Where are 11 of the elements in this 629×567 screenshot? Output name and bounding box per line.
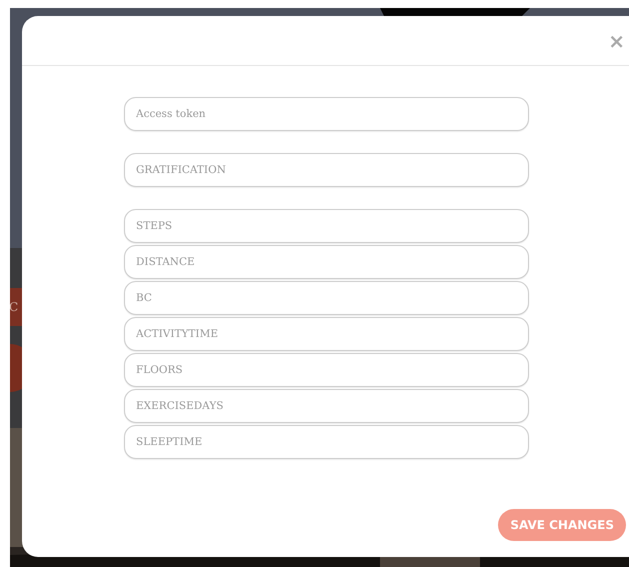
input-field[interactable]: EXERCISEDAYS [124, 389, 529, 423]
input-field[interactable]: Access token [124, 97, 529, 131]
input-field[interactable]: ACTIVITYTIME [124, 317, 529, 351]
input-field[interactable]: BC [124, 281, 529, 315]
input-field[interactable]: GRATIFICATION [124, 153, 529, 187]
input-field[interactable]: FLOORS [124, 353, 529, 387]
close-button[interactable]: × [608, 30, 625, 50]
save-changes-button[interactable]: SAVE CHANGES [498, 509, 626, 541]
input-field[interactable]: DISTANCE [124, 245, 529, 279]
input-field[interactable]: STEPS [124, 209, 529, 243]
input-field[interactable]: SLEEPTIME [124, 425, 529, 459]
